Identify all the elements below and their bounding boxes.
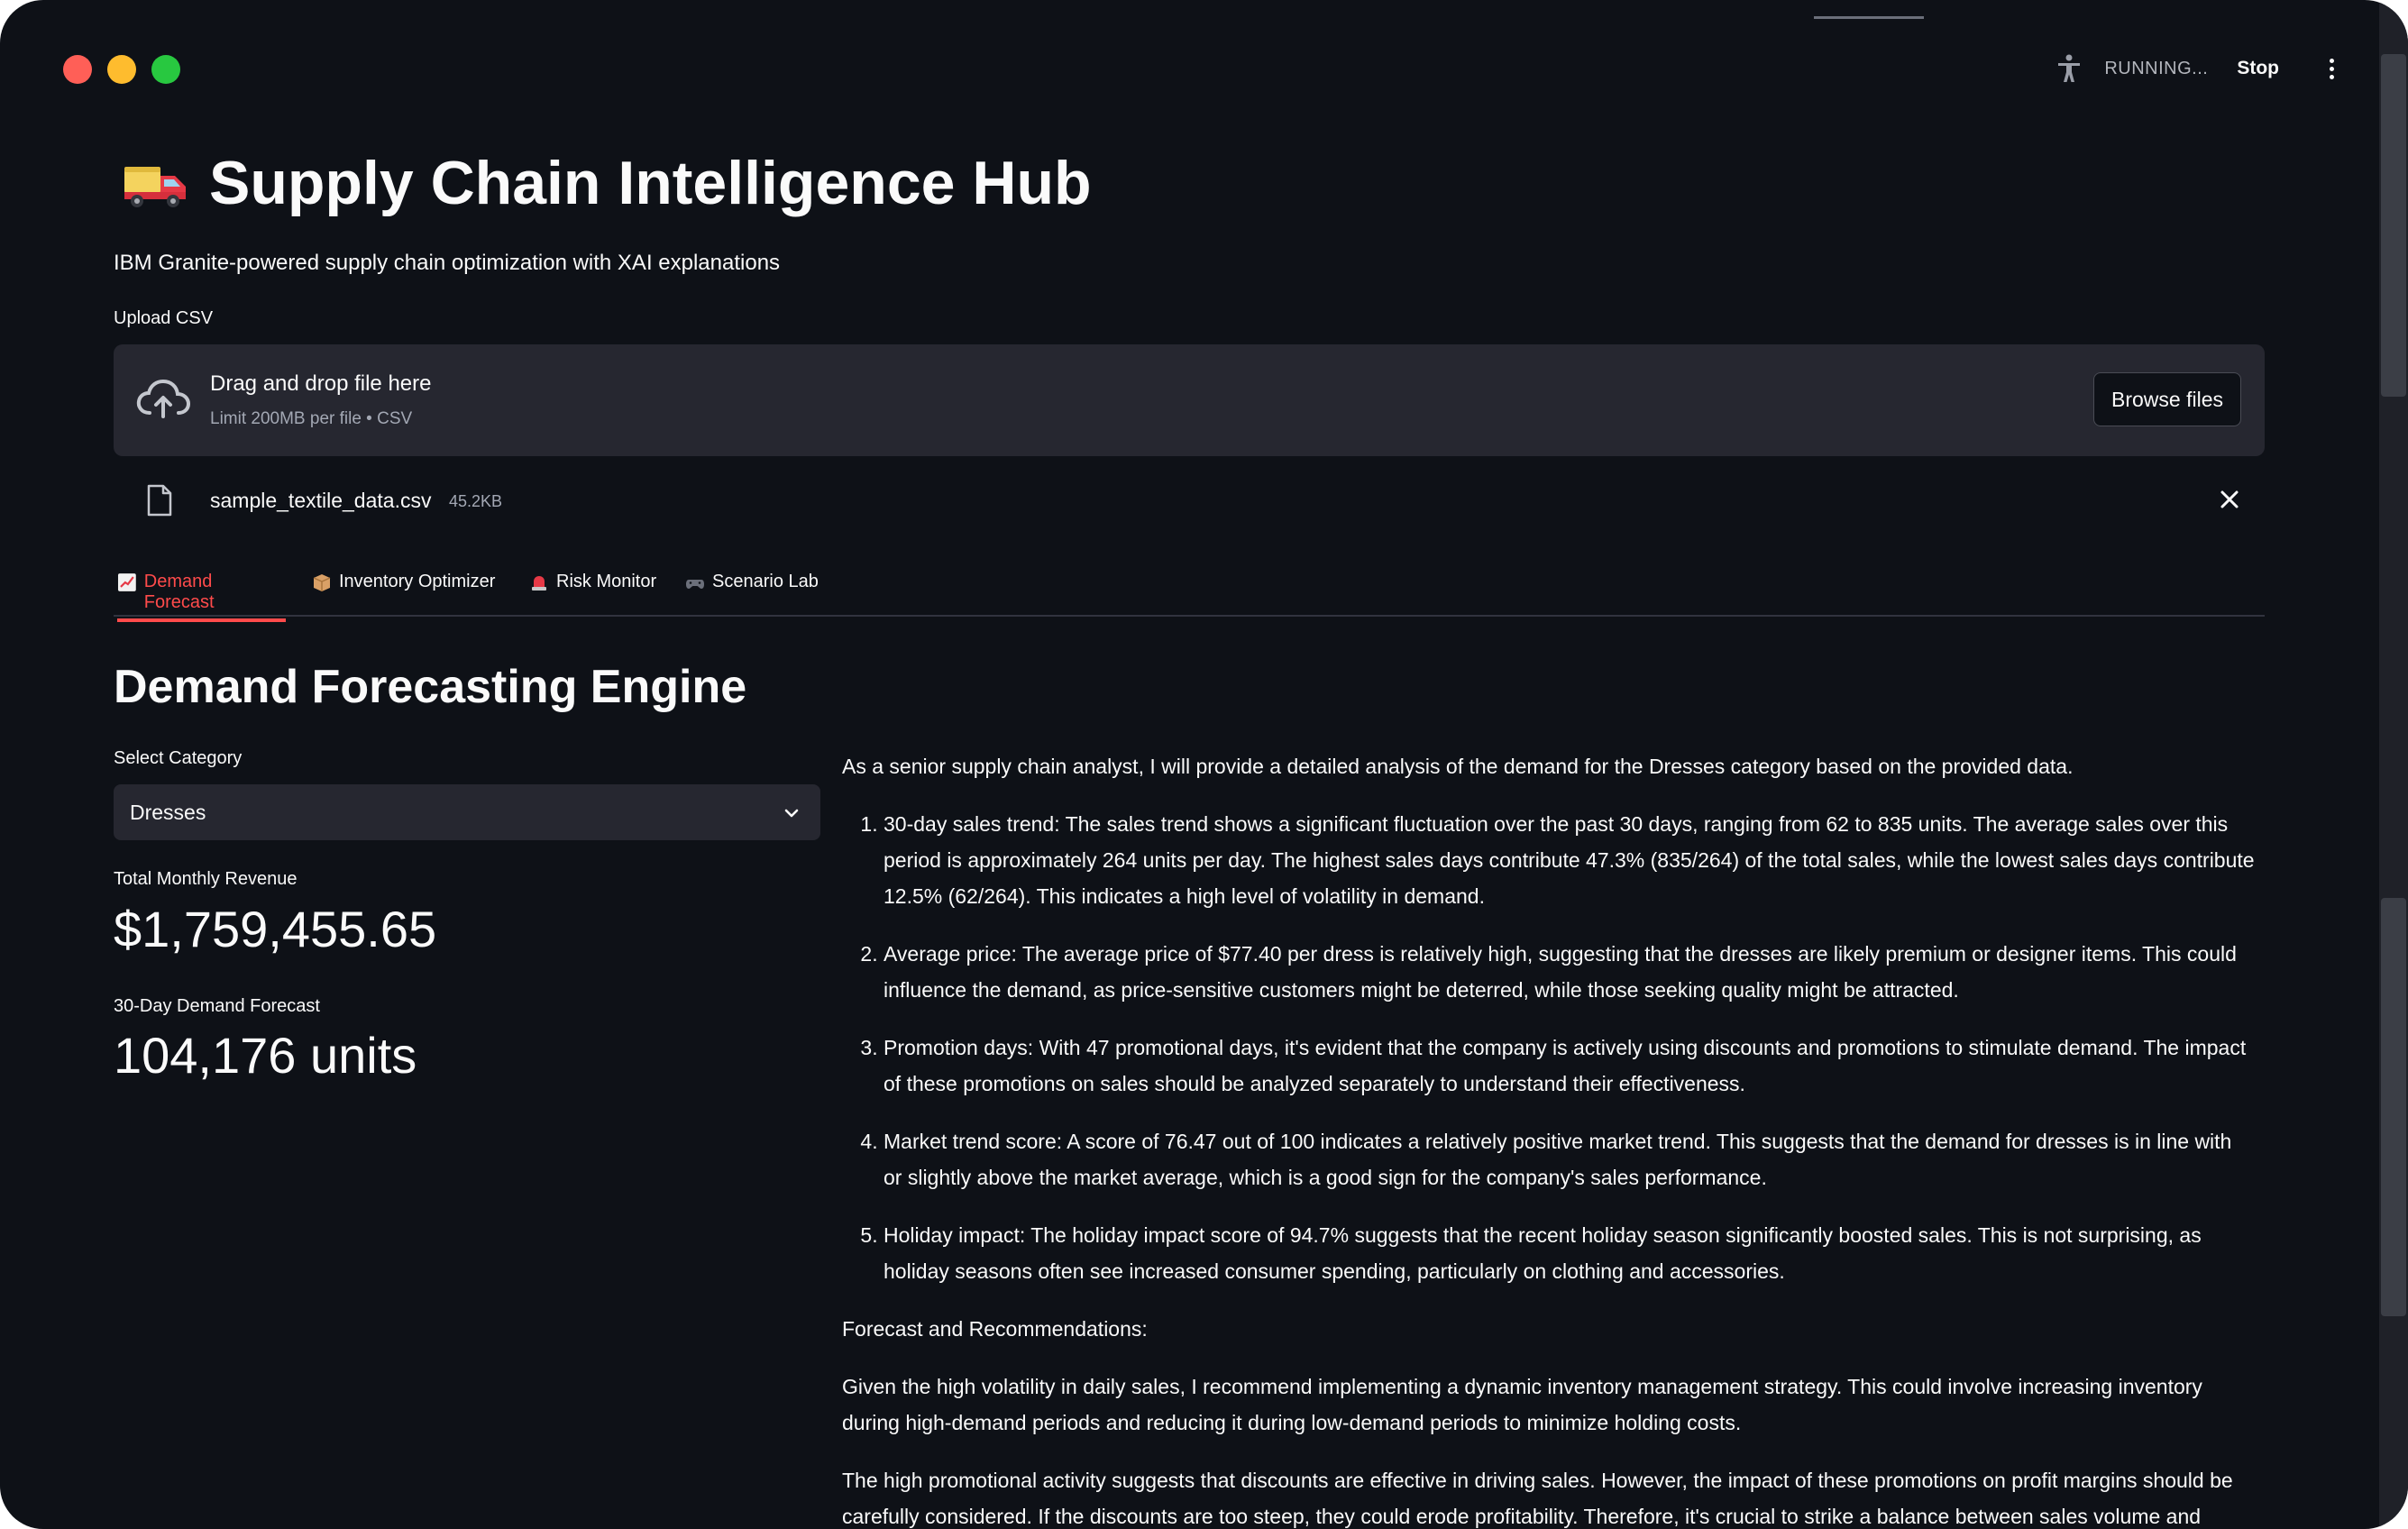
analysis-text: As a senior supply chain analyst, I will… — [842, 748, 2256, 1529]
stop-button[interactable]: Stop — [2237, 58, 2279, 79]
chart-icon — [117, 573, 136, 591]
selected-category: Dresses — [130, 801, 206, 824]
analysis-intro: As a senior supply chain analyst, I will… — [842, 755, 2074, 778]
cloud-upload-icon — [136, 379, 191, 418]
chevron-down-icon — [784, 809, 799, 818]
box-icon — [313, 574, 331, 591]
tab-bar: Demand Forecast Inventory Optimizer Risk… — [114, 564, 2265, 622]
page-title: Supply Chain Intelligence Hub — [209, 149, 1092, 217]
analysis-item: Market trend score: A score of 76.47 out… — [884, 1123, 2256, 1195]
page-subtitle: IBM Granite-powered supply chain optimiz… — [114, 251, 781, 275]
uploaded-file-name: sample_textile_data.csv — [210, 489, 432, 512]
tab-label: Inventory Optimizer — [339, 572, 496, 591]
gamepad-icon — [686, 580, 704, 589]
scrollbar-thumb[interactable] — [2381, 54, 2406, 397]
file-dropzone[interactable]: Drag and drop file here Limit 200MB per … — [114, 344, 2265, 456]
siren-icon — [532, 576, 546, 591]
app-window: RUNNING... Stop Supply Chain Intelligenc… — [0, 0, 2408, 1529]
tab-scenario-lab[interactable]: Scenario Lab — [685, 572, 819, 613]
uploaded-file-size: 45.2KB — [449, 492, 503, 510]
main-menu-icon[interactable] — [2330, 58, 2334, 79]
recommendation-paragraph: Given the high volatility in daily sales… — [842, 1375, 2202, 1434]
uploaded-file-row: sample_textile_data.csv 45.2KB — [114, 476, 2265, 526]
header-decoration — [1814, 16, 1924, 19]
close-window-button[interactable] — [63, 55, 92, 84]
forecast-heading: Forecast and Recommendations: — [842, 1317, 1148, 1341]
maximize-window-button[interactable] — [151, 55, 180, 84]
delivery-truck-icon — [124, 167, 186, 207]
select-category-label: Select Category — [114, 748, 243, 768]
app-status-bar: RUNNING... Stop — [2054, 52, 2334, 85]
analysis-item: Promotion days: With 47 promotional days… — [884, 1030, 2256, 1102]
tab-demand-forecast[interactable]: Demand Forecast — [117, 572, 286, 622]
analysis-item: 30-day sales trend: The sales trend show… — [884, 806, 2256, 914]
upload-label: Upload CSV — [114, 308, 214, 328]
minimize-window-button[interactable] — [107, 55, 136, 84]
dropzone-limit: Limit 200MB per file • CSV — [210, 409, 413, 428]
analysis-item: Holiday impact: The holiday impact score… — [884, 1217, 2256, 1289]
forecast-metric-label: 30-Day Demand Forecast — [114, 996, 320, 1016]
title-row: Supply Chain Intelligence Hub — [123, 148, 1092, 218]
revenue-metric-value: $1,759,455.65 — [114, 901, 437, 957]
section-title: Demand Forecasting Engine — [114, 661, 747, 713]
dropzone-instructions: Drag and drop file here — [210, 371, 432, 396]
tab-label: Scenario Lab — [712, 572, 819, 591]
category-select[interactable]: Dresses — [114, 784, 820, 840]
file-icon — [147, 484, 172, 517]
remove-file-icon[interactable] — [2214, 484, 2245, 515]
revenue-metric-label: Total Monthly Revenue — [114, 869, 298, 889]
running-man-icon — [2058, 54, 2081, 82]
tab-inventory-optimizer[interactable]: Inventory Optimizer — [312, 572, 495, 613]
window-controls — [63, 55, 180, 84]
analysis-item: Average price: The average price of $77.… — [884, 936, 2256, 1008]
tab-label: Risk Monitor — [556, 572, 657, 591]
scrollbar-thumb-secondary[interactable] — [2381, 898, 2406, 1316]
running-status: RUNNING... — [2104, 58, 2209, 78]
recommendation-paragraph: The high promotional activity suggests t… — [842, 1469, 2233, 1528]
scrollbar[interactable] — [2379, 0, 2408, 1529]
tab-risk-monitor[interactable]: Risk Monitor — [529, 572, 656, 613]
browse-files-button[interactable]: Browse files — [2093, 372, 2241, 426]
tab-label: Demand Forecast — [143, 572, 215, 612]
analysis-list: 30-day sales trend: The sales trend show… — [842, 806, 2256, 1289]
forecast-metric-value: 104,176 units — [114, 1027, 417, 1084]
